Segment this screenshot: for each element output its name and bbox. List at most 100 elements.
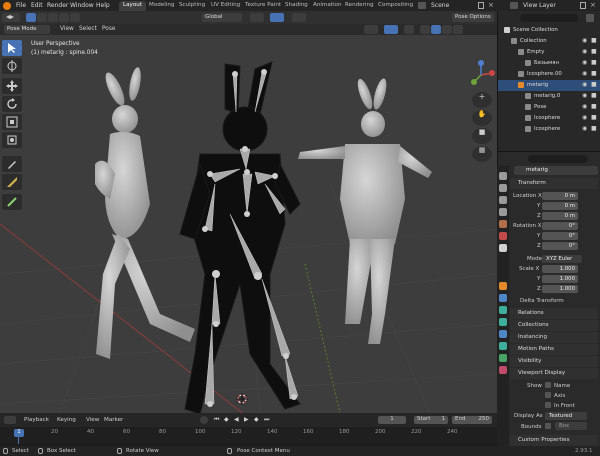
- bounds-dropdown[interactable]: Box: [555, 422, 587, 430]
- visibility-panel-header[interactable]: Visibility: [510, 356, 598, 367]
- outliner-row[interactable]: Icosphere.00 ◉ ■: [498, 69, 600, 80]
- zoom-icon[interactable]: +: [472, 92, 492, 108]
- select-subtract-icon[interactable]: [48, 13, 58, 22]
- move-tool[interactable]: [2, 78, 22, 94]
- next-key-icon[interactable]: ◆: [254, 416, 259, 423]
- record-icon[interactable]: [200, 416, 208, 424]
- delta-transform-header[interactable]: Delta Transform: [520, 298, 564, 304]
- rotation-z-field[interactable]: 0°: [542, 242, 578, 250]
- tab-layout[interactable]: Layout: [119, 1, 147, 11]
- rotation-mode-dropdown[interactable]: XYZ Euler: [542, 255, 582, 263]
- menu-file[interactable]: File: [16, 2, 26, 9]
- outliner-row[interactable]: metarig ◉ ■: [498, 80, 600, 91]
- eye-visibility-icon[interactable]: ◉: [582, 70, 587, 77]
- proportional-edit-icon[interactable]: [292, 13, 306, 22]
- instancing-panel-header[interactable]: Instancing: [510, 332, 598, 343]
- output-tab-icon[interactable]: [499, 196, 507, 204]
- scale-z-field[interactable]: 1.000: [542, 285, 578, 293]
- play-reverse-icon[interactable]: ◀: [234, 416, 239, 423]
- outliner-search-input[interactable]: [520, 14, 578, 22]
- timeline-ruler[interactable]: 1 20 40 60 80 100 120 140 160 180 200 220 240: [0, 427, 497, 444]
- tab-modeling[interactable]: Modeling: [145, 1, 178, 11]
- view-layer-icon[interactable]: [510, 2, 518, 9]
- shading-material-icon[interactable]: [442, 25, 452, 34]
- transform-panel-header[interactable]: Transform: [510, 178, 598, 189]
- eye-visibility-icon[interactable]: ◉: [582, 48, 587, 55]
- cursor-tool[interactable]: [2, 58, 22, 74]
- scene-tab-icon[interactable]: [499, 220, 507, 228]
- eye-visibility-icon[interactable]: ◉: [582, 114, 587, 121]
- shading-wire-icon[interactable]: [420, 25, 430, 34]
- snap-icon[interactable]: [270, 13, 284, 22]
- axis-checkbox[interactable]: [545, 392, 551, 398]
- tab-compositing[interactable]: Compositing: [374, 1, 417, 11]
- outliner-row[interactable]: Empty ◉ ■: [498, 47, 600, 58]
- scene-canvas[interactable]: [0, 24, 497, 413]
- editor-type-button[interactable]: [2, 13, 20, 22]
- menu-edit[interactable]: Edit: [31, 2, 43, 9]
- eye-visibility-icon[interactable]: ◉: [582, 81, 587, 88]
- start-frame-field[interactable]: Start 1: [414, 416, 448, 424]
- select-intersect-icon[interactable]: [70, 13, 80, 22]
- data-tab-icon[interactable]: [499, 342, 507, 350]
- viewport-display-panel-header[interactable]: Viewport Display: [510, 368, 598, 379]
- physics-tab-icon[interactable]: [499, 318, 507, 326]
- orientation-dropdown[interactable]: Global: [202, 13, 242, 22]
- 3d-viewport[interactable]: User Perspective (1) metarig : spine.004: [0, 24, 497, 413]
- camera-render-icon[interactable]: ■: [591, 37, 597, 44]
- bone-size-tool[interactable]: [2, 194, 22, 210]
- camera-render-icon[interactable]: ■: [591, 59, 597, 66]
- object-tab-icon[interactable]: [499, 282, 507, 290]
- scale-y-field[interactable]: 1.000: [542, 275, 578, 283]
- measure-tool[interactable]: [2, 174, 22, 190]
- transform-tool[interactable]: [2, 132, 22, 148]
- copy-icon[interactable]: [478, 2, 484, 9]
- collection-tab-icon[interactable]: [499, 244, 507, 252]
- object-name-field[interactable]: metarig: [514, 166, 598, 175]
- grid-ortho-icon[interactable]: ▦: [472, 146, 492, 162]
- navigation-gizmo[interactable]: + ✋ ■ ▦: [466, 60, 496, 170]
- hand-pan-icon[interactable]: ✋: [472, 110, 492, 126]
- menu-select[interactable]: Select: [79, 26, 97, 32]
- eye-visibility-icon[interactable]: ◉: [582, 103, 587, 110]
- current-frame-field[interactable]: 1: [378, 416, 406, 424]
- tab-sculpting[interactable]: Sculpting: [175, 1, 209, 11]
- outliner-row[interactable]: Collection ◉ ■: [498, 36, 600, 47]
- select-extend-icon[interactable]: [37, 13, 47, 22]
- location-x-field[interactable]: 0 m: [542, 192, 578, 200]
- shading-rendered-icon[interactable]: [453, 25, 463, 34]
- rotation-x-field[interactable]: 0°: [542, 222, 578, 230]
- menu-render[interactable]: Render: [47, 2, 68, 9]
- close-icon[interactable]: ×: [488, 1, 494, 9]
- camera-render-icon[interactable]: ■: [591, 92, 597, 99]
- menu-help[interactable]: Help: [96, 2, 110, 9]
- display-as-dropdown[interactable]: Textured: [545, 412, 587, 420]
- motion-paths-panel-header[interactable]: Motion Paths: [510, 344, 598, 355]
- view-layer-tab-icon[interactable]: [499, 208, 507, 216]
- eye-visibility-icon[interactable]: ◉: [582, 37, 587, 44]
- select-box-tool[interactable]: [2, 40, 22, 56]
- eye-visibility-icon[interactable]: ◉: [582, 125, 587, 132]
- playhead[interactable]: 1: [14, 429, 24, 437]
- custom-properties-panel-header[interactable]: Custom Properties: [510, 435, 598, 446]
- render-tab-icon[interactable]: [499, 184, 507, 192]
- select-invert-icon[interactable]: [59, 13, 69, 22]
- outliner-row[interactable]: Icosphere ◉ ■: [498, 113, 600, 124]
- tab-texture-paint[interactable]: Texture Paint: [241, 1, 285, 11]
- tool-tab-icon[interactable]: [499, 172, 507, 180]
- modifier-tab-icon[interactable]: [499, 294, 507, 302]
- tab-uv-editing[interactable]: UV Editing: [207, 1, 244, 11]
- scale-x-field[interactable]: 1.000: [542, 265, 578, 273]
- menu-pose[interactable]: Pose: [102, 26, 115, 32]
- rotation-y-field[interactable]: 0°: [542, 232, 578, 240]
- pose-options-button[interactable]: Pose Options: [452, 13, 494, 22]
- shading-solid-icon[interactable]: [431, 25, 441, 34]
- select-mode-icon[interactable]: [26, 13, 36, 22]
- camera-icon[interactable]: ■: [472, 128, 492, 144]
- overlay-icon[interactable]: [384, 25, 398, 34]
- camera-render-icon[interactable]: ■: [591, 81, 597, 88]
- relations-panel-header[interactable]: Relations: [510, 308, 598, 319]
- eye-visibility-icon[interactable]: ◉: [582, 92, 587, 99]
- camera-render-icon[interactable]: ■: [591, 114, 597, 121]
- menu-view[interactable]: View: [60, 26, 74, 32]
